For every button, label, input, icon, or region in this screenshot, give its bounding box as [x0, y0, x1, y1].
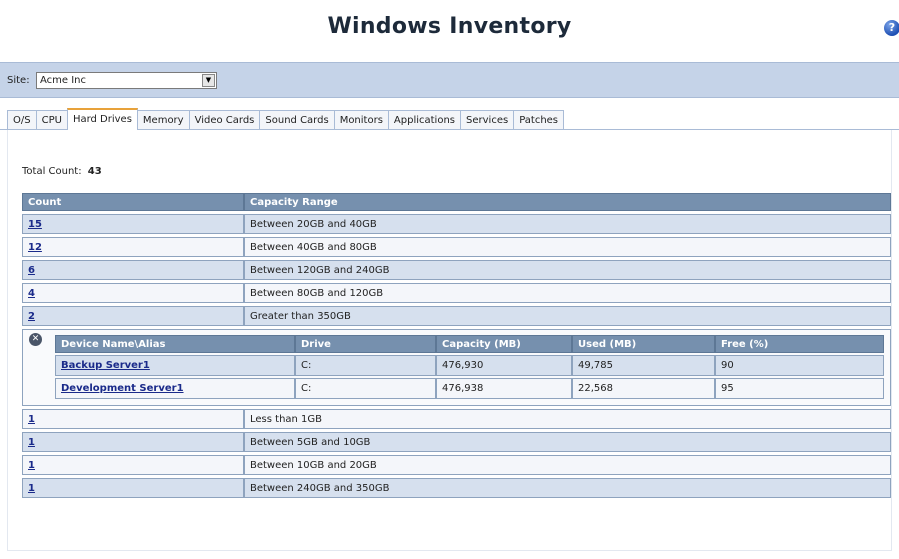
- range-cell: Less than 1GB: [244, 409, 891, 429]
- capacity-cell: 476,938: [436, 378, 572, 399]
- help-icon[interactable]: ?: [884, 20, 899, 36]
- range-cell: Between 5GB and 10GB: [244, 432, 891, 452]
- table-row: 1 Less than 1GB: [22, 409, 891, 429]
- table-row: 2 Greater than 350GB: [22, 306, 891, 326]
- total-count: Total Count: 43: [22, 166, 102, 177]
- tab-bar: O/S CPU Hard Drives Memory Video Cards S…: [7, 108, 565, 130]
- device-link[interactable]: Development Server1: [61, 383, 184, 394]
- detail-wrap: ✕ Device Name\Alias Drive Capacity (MB) …: [29, 333, 884, 401]
- title-bar: Windows Inventory ?: [0, 0, 899, 62]
- total-count-value: 43: [87, 166, 102, 177]
- count-link[interactable]: 4: [28, 288, 35, 299]
- drive-cell: C:: [295, 355, 436, 376]
- tab-patches[interactable]: Patches: [513, 110, 565, 130]
- table-row: 12 Between 40GB and 80GB: [22, 237, 891, 257]
- capacity-cell: 476,930: [436, 355, 572, 376]
- range-cell: Between 80GB and 120GB: [244, 283, 891, 303]
- tab-os[interactable]: O/S: [7, 110, 37, 130]
- range-cell: Between 120GB and 240GB: [244, 260, 891, 280]
- detail-cell: ✕ Device Name\Alias Drive Capacity (MB) …: [22, 329, 891, 406]
- header-device-name[interactable]: Device Name\Alias: [55, 335, 295, 353]
- site-bar: Site: Acme Inc ▼: [0, 62, 899, 98]
- device-row: Backup Server1 C: 476,930 49,785 90: [55, 355, 884, 376]
- total-count-label: Total Count:: [22, 166, 82, 177]
- header-free[interactable]: Free (%): [715, 335, 884, 353]
- header-used[interactable]: Used (MB): [572, 335, 715, 353]
- device-row: Development Server1 C: 476,938 22,568 95: [55, 378, 884, 399]
- count-link[interactable]: 1: [28, 483, 35, 494]
- count-link[interactable]: 12: [28, 242, 42, 253]
- site-label: Site:: [7, 75, 30, 86]
- used-cell: 49,785: [572, 355, 715, 376]
- tab-services[interactable]: Services: [460, 110, 515, 130]
- header-drive[interactable]: Drive: [295, 335, 436, 353]
- table-row: 4 Between 80GB and 120GB: [22, 283, 891, 303]
- site-select-value: Acme Inc: [40, 75, 87, 86]
- range-cell: Between 20GB and 40GB: [244, 214, 891, 234]
- header-count[interactable]: Count: [22, 193, 244, 211]
- collapse-icon[interactable]: ✕: [29, 333, 42, 346]
- count-link[interactable]: 1: [28, 437, 35, 448]
- count-link[interactable]: 6: [28, 265, 35, 276]
- site-select[interactable]: Acme Inc ▼: [36, 72, 217, 89]
- tab-cpu[interactable]: CPU: [35, 110, 68, 130]
- header-capacity-range[interactable]: Capacity Range: [244, 193, 891, 211]
- capacity-table: Count Capacity Range 15 Between 20GB and…: [22, 190, 891, 501]
- range-cell: Between 10GB and 20GB: [244, 455, 891, 475]
- page-title: Windows Inventory: [327, 14, 572, 39]
- table-row: 6 Between 120GB and 240GB: [22, 260, 891, 280]
- range-cell: Greater than 350GB: [244, 306, 891, 326]
- count-link[interactable]: 2: [28, 311, 35, 322]
- count-link[interactable]: 1: [28, 414, 35, 425]
- tab-applications[interactable]: Applications: [387, 110, 462, 130]
- header-capacity[interactable]: Capacity (MB): [436, 335, 572, 353]
- tab-video-cards[interactable]: Video Cards: [188, 110, 261, 130]
- drive-cell: C:: [295, 378, 436, 399]
- tab-memory[interactable]: Memory: [136, 110, 190, 130]
- device-link[interactable]: Backup Server1: [61, 360, 150, 371]
- free-cell: 90: [715, 355, 884, 376]
- free-cell: 95: [715, 378, 884, 399]
- table-row: 1 Between 10GB and 20GB: [22, 455, 891, 475]
- detail-row: ✕ Device Name\Alias Drive Capacity (MB) …: [22, 329, 891, 406]
- count-link[interactable]: 15: [28, 219, 42, 230]
- used-cell: 22,568: [572, 378, 715, 399]
- count-link[interactable]: 1: [28, 460, 35, 471]
- range-cell: Between 240GB and 350GB: [244, 478, 891, 498]
- device-table: Device Name\Alias Drive Capacity (MB) Us…: [55, 333, 884, 401]
- dropdown-arrow-icon[interactable]: ▼: [202, 74, 215, 87]
- range-cell: Between 40GB and 80GB: [244, 237, 891, 257]
- tab-monitors[interactable]: Monitors: [333, 110, 389, 130]
- table-row: 15 Between 20GB and 40GB: [22, 214, 891, 234]
- tab-hard-drives[interactable]: Hard Drives: [66, 108, 138, 130]
- table-row: 1 Between 5GB and 10GB: [22, 432, 891, 452]
- tab-sound-cards[interactable]: Sound Cards: [259, 110, 335, 130]
- table-row: 1 Between 240GB and 350GB: [22, 478, 891, 498]
